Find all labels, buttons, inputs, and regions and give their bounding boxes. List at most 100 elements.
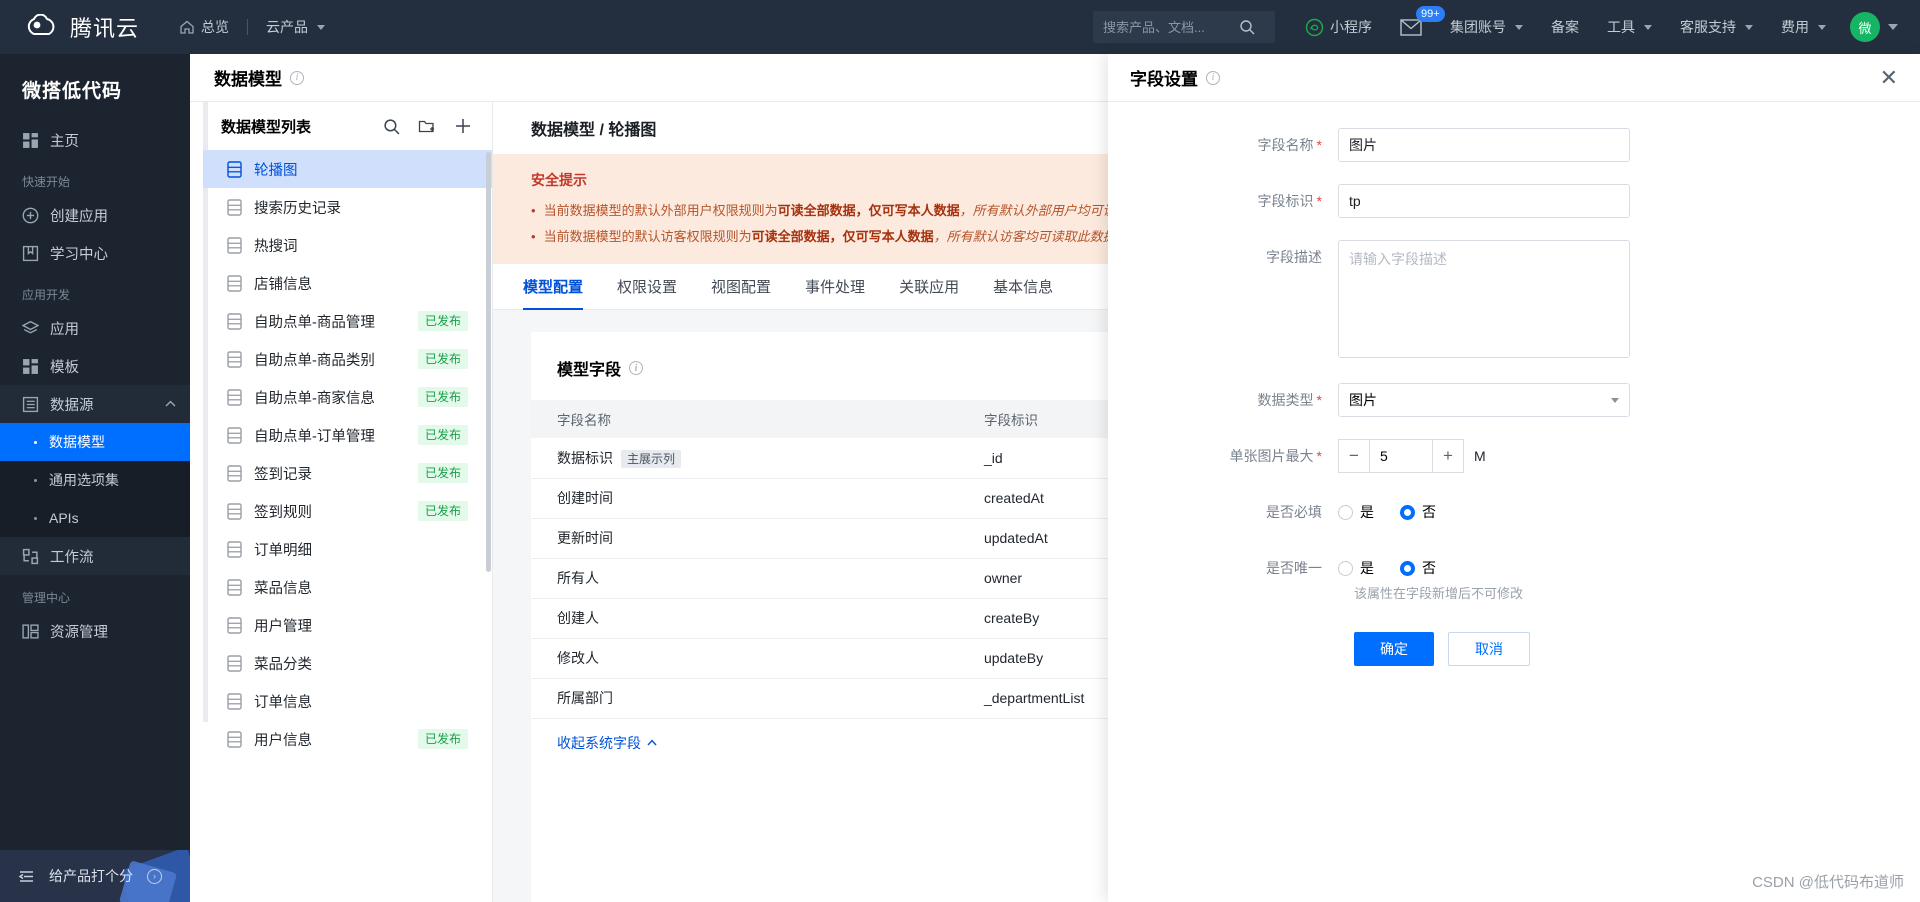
sidebar-item-learning-center[interactable]: 学习中心 <box>0 234 190 272</box>
sidebar-item-create-app[interactable]: 创建应用 <box>0 196 190 234</box>
info-icon[interactable]: i <box>629 361 644 375</box>
search-input[interactable] <box>1103 19 1233 35</box>
field-desc-row: 字段描述 <box>1108 240 1920 361</box>
confirm-button[interactable]: 确定 <box>1354 632 1434 666</box>
data-model-rows: 轮播图 搜索历史记录 热搜词 店铺信息 自助点单-商品管理 已发布 自助点单-商品… <box>203 150 492 758</box>
data-type-value: 图片 <box>1349 392 1377 408</box>
sidebar-item-template-label: 模板 <box>50 359 79 376</box>
is-unique-no[interactable]: 否 <box>1400 558 1436 578</box>
tab-view-config[interactable]: 视图配置 <box>711 264 771 310</box>
list-item[interactable]: 用户信息 已发布 <box>203 720 492 758</box>
list-item[interactable]: 自助点单-商家信息 已发布 <box>203 378 492 416</box>
drawer-body: 字段名称* 字段标识* 字段描述 数据类型* 图片 <box>1108 102 1920 666</box>
list-item[interactable]: 订单信息 <box>203 682 492 720</box>
tencent-cloud-logo[interactable]: 腾讯云 <box>24 11 139 43</box>
sidebar-item-workflow[interactable]: 工作流 <box>0 537 190 575</box>
field-key-input[interactable] <box>1338 184 1630 218</box>
cloud-logo-icon <box>27 14 55 35</box>
status-badge: 已发布 <box>417 463 468 483</box>
sidebar-item-app[interactable]: 应用 <box>0 309 190 347</box>
is-unique-yes[interactable]: 是 <box>1338 558 1374 578</box>
database-icon <box>227 616 242 634</box>
field-name-row: 字段名称 * <box>1108 128 1920 162</box>
radio-circle-icon <box>1400 504 1415 520</box>
info-icon[interactable]: i <box>1206 70 1220 85</box>
rate-product-bar[interactable]: 给产品打个分 › <box>0 850 190 902</box>
is-unique-label-text: 是否唯一 <box>1266 560 1322 576</box>
nav-record[interactable]: 备案 <box>1537 0 1593 54</box>
list-item[interactable]: 菜品分类 <box>203 644 492 682</box>
tab-permissions-label: 权限设置 <box>617 279 678 296</box>
tab-model-config[interactable]: 模型配置 <box>523 264 584 310</box>
sidebar-item-template[interactable]: 模板 <box>0 347 190 385</box>
is-unique-no-label: 否 <box>1422 560 1436 576</box>
alert-line-text: 当前数据模型的默认外部用户权限规则为可读全部数据，仅可写本人数据，所有默认外部用… <box>543 203 1168 218</box>
list-item[interactable]: 用户管理 <box>203 606 492 644</box>
sidebar-subnav-datasource: 数据模型 通用选项集 APIs <box>0 423 190 537</box>
sidebar-item-resource-management[interactable]: 资源管理 <box>0 612 190 650</box>
search-icon[interactable] <box>383 118 400 135</box>
cancel-button[interactable]: 取消 <box>1448 632 1530 666</box>
list-item-label: 轮播图 <box>254 162 298 179</box>
sidebar-item-apis[interactable]: APIs <box>0 499 190 537</box>
nav-tools[interactable]: 工具 <box>1593 0 1666 54</box>
list-scrollbar-thumb[interactable] <box>486 152 491 572</box>
bullet-icon <box>34 478 37 482</box>
nav-group-account[interactable]: 集团账号 <box>1436 0 1537 54</box>
tab-basic-info[interactable]: 基本信息 <box>993 264 1053 310</box>
page-title: 数据模型 <box>214 70 282 89</box>
stepper-decrement-button[interactable]: − <box>1338 439 1370 473</box>
list-item[interactable]: 签到记录 已发布 <box>203 454 492 492</box>
data-type-select[interactable]: 图片 <box>1338 383 1630 417</box>
new-folder-icon[interactable] <box>418 118 436 135</box>
is-required-yes[interactable]: 是 <box>1338 502 1374 522</box>
field-desc-textarea[interactable] <box>1338 240 1630 358</box>
stepper-value[interactable]: 5 <box>1370 439 1432 473</box>
field-name-label-text: 字段名称 <box>1257 137 1314 153</box>
drawer-title: 字段设置 <box>1130 70 1198 89</box>
sidebar-group-appdev: 应用开发 <box>22 288 71 302</box>
stepper-increment-button[interactable]: + <box>1432 439 1464 473</box>
sidebar-item-home[interactable]: 主页 <box>0 121 190 159</box>
list-item-label: 自助点单-商家信息 <box>254 390 375 407</box>
list-item[interactable]: 菜品信息 <box>203 568 492 606</box>
database-icon <box>227 236 242 254</box>
plus-icon[interactable] <box>454 117 472 135</box>
bullet-icon: • <box>531 203 536 218</box>
global-search[interactable] <box>1093 11 1275 43</box>
list-item[interactable]: 店铺信息 <box>203 264 492 302</box>
tab-permissions[interactable]: 权限设置 <box>617 264 677 310</box>
nav-mini-program[interactable]: 小程序 <box>1291 0 1386 54</box>
nav-overview[interactable]: 总览 <box>165 0 243 54</box>
cell-field-name: 修改人 <box>531 638 958 679</box>
nav-messages[interactable]: 99+ <box>1386 0 1445 54</box>
sidebar-item-data-model[interactable]: 数据模型 <box>0 423 190 461</box>
list-item[interactable]: 订单明细 <box>203 530 492 568</box>
list-item[interactable]: 签到规则 已发布 <box>203 492 492 530</box>
list-item[interactable]: 自助点单-商品管理 已发布 <box>203 302 492 340</box>
database-icon <box>227 502 242 520</box>
list-item[interactable]: 热搜词 <box>203 226 492 264</box>
nav-cloud-products-label: 云产品 <box>266 19 309 35</box>
user-menu[interactable]: 微 <box>1850 12 1898 42</box>
nav-cloud-products[interactable]: 云产品 <box>252 0 339 54</box>
tab-linked-apps[interactable]: 关联应用 <box>899 264 959 310</box>
sidebar-group-quickstart: 快速开始 <box>22 175 71 189</box>
nav-fees[interactable]: 费用 <box>1767 0 1840 54</box>
left-sidebar: 微搭低代码 主页 快速开始 创建应用 学习中心 应用开发 应用 模板 数据源 数… <box>0 54 190 902</box>
tab-event-handling[interactable]: 事件处理 <box>805 264 865 310</box>
is-required-no[interactable]: 否 <box>1400 502 1436 522</box>
sidebar-item-option-sets[interactable]: 通用选项集 <box>0 461 190 499</box>
sidebar-item-datasource[interactable]: 数据源 <box>0 385 190 423</box>
sidebar-item-workflow-label: 工作流 <box>50 549 94 566</box>
list-item[interactable]: 自助点单-商品类别 已发布 <box>203 340 492 378</box>
close-icon[interactable]: ✕ <box>1880 66 1898 89</box>
field-name-input[interactable] <box>1338 128 1630 162</box>
list-item[interactable]: 自助点单-订单管理 已发布 <box>203 416 492 454</box>
list-item[interactable]: 轮播图 <box>203 150 492 188</box>
nav-support[interactable]: 客服支持 <box>1666 0 1767 54</box>
list-item[interactable]: 搜索历史记录 <box>203 188 492 226</box>
info-icon[interactable]: i <box>290 70 304 85</box>
max-image-size-label: 单张图片最大 * <box>1108 439 1338 473</box>
database-icon <box>227 350 242 368</box>
